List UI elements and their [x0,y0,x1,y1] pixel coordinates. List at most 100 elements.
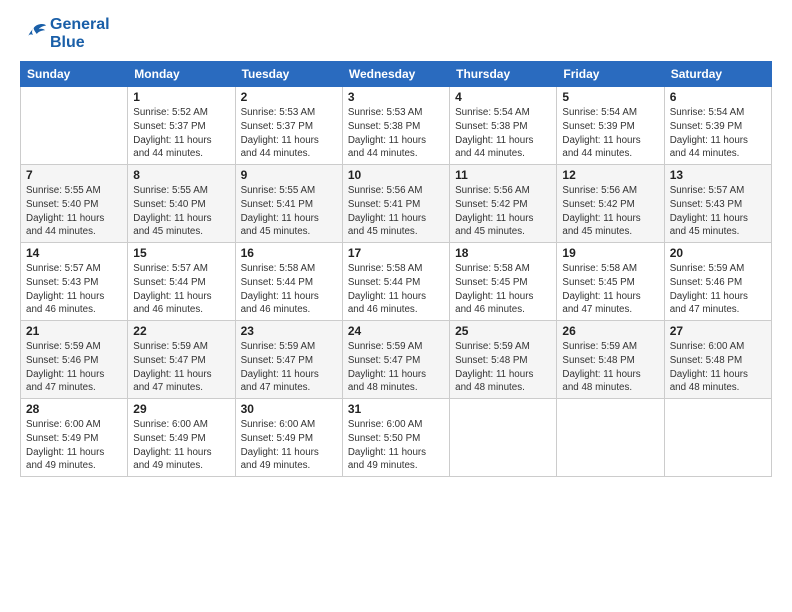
calendar-cell [21,87,128,165]
day-info: Sunrise: 6:00 AMSunset: 5:48 PMDaylight:… [670,340,766,395]
day-number: 25 [455,324,551,338]
logo: General Blue [20,16,110,51]
calendar-cell: 8Sunrise: 5:55 AMSunset: 5:40 PMDaylight… [128,165,235,243]
column-header-friday: Friday [557,62,664,87]
week-row-5: 28 Sunrise: 6:00 AMSunset: 5:49 PMDayligh… [21,399,772,477]
calendar-cell: 6 Sunrise: 5:54 AMSunset: 5:39 PMDaylight… [664,87,771,165]
day-info: Sunrise: 5:59 AMSunset: 5:48 PMDaylight:… [562,340,658,395]
day-info: Sunrise: 5:58 AMSunset: 5:45 PMDaylight:… [455,262,551,317]
day-number: 5 [562,90,658,104]
calendar-cell: 22Sunrise: 5:59 AMSunset: 5:47 PMDayligh… [128,321,235,399]
day-info: Sunrise: 6:00 AMSunset: 5:49 PMDaylight:… [241,418,337,473]
calendar-cell: 1 Sunrise: 5:52 AMSunset: 5:37 PMDaylight… [128,87,235,165]
day-number: 23 [241,324,337,338]
day-info: Sunrise: 5:58 AMSunset: 5:44 PMDaylight:… [241,262,337,317]
day-info: Sunrise: 5:59 AMSunset: 5:46 PMDaylight:… [670,262,766,317]
calendar-cell: 21 Sunrise: 5:59 AMSunset: 5:46 PMDayligh… [21,321,128,399]
calendar-cell: 13 Sunrise: 5:57 AMSunset: 5:43 PMDayligh… [664,165,771,243]
day-info: Sunrise: 5:53 AMSunset: 5:37 PMDaylight:… [241,106,337,161]
week-row-3: 14 Sunrise: 5:57 AMSunset: 5:43 PMDayligh… [21,243,772,321]
day-number: 6 [670,90,766,104]
page: General Blue SundayMondayTuesdayWednesda… [0,0,792,612]
calendar-cell: 15 Sunrise: 5:57 AMSunset: 5:44 PMDayligh… [128,243,235,321]
day-number: 3 [348,90,444,104]
column-header-wednesday: Wednesday [342,62,449,87]
calendar-cell: 4 Sunrise: 5:54 AMSunset: 5:38 PMDaylight… [450,87,557,165]
day-info: Sunrise: 5:58 AMSunset: 5:44 PMDaylight:… [348,262,444,317]
calendar-cell: 27 Sunrise: 6:00 AMSunset: 5:48 PMDayligh… [664,321,771,399]
day-info: Sunrise: 5:58 AMSunset: 5:45 PMDaylight:… [562,262,658,317]
day-number: 27 [670,324,766,338]
week-row-2: 7Sunrise: 5:55 AMSunset: 5:40 PMDaylight… [21,165,772,243]
day-info: Sunrise: 5:54 AMSunset: 5:38 PMDaylight:… [455,106,551,161]
day-info: Sunrise: 5:55 AMSunset: 5:40 PMDaylight:… [26,184,122,239]
column-header-monday: Monday [128,62,235,87]
day-number: 28 [26,402,122,416]
day-info: Sunrise: 5:57 AMSunset: 5:43 PMDaylight:… [26,262,122,317]
day-number: 30 [241,402,337,416]
calendar-cell [664,399,771,477]
calendar-cell: 16 Sunrise: 5:58 AMSunset: 5:44 PMDayligh… [235,243,342,321]
calendar-cell [450,399,557,477]
day-info: Sunrise: 5:56 AMSunset: 5:41 PMDaylight:… [348,184,444,239]
calendar-cell: 11 Sunrise: 5:56 AMSunset: 5:42 PMDayligh… [450,165,557,243]
day-info: Sunrise: 5:57 AMSunset: 5:44 PMDaylight:… [133,262,229,317]
logo-icon [20,20,48,48]
day-number: 22 [133,324,229,338]
day-info: Sunrise: 5:57 AMSunset: 5:43 PMDaylight:… [670,184,766,239]
day-number: 24 [348,324,444,338]
calendar-cell: 24 Sunrise: 5:59 AMSunset: 5:47 PMDayligh… [342,321,449,399]
calendar-cell: 25 Sunrise: 5:59 AMSunset: 5:48 PMDayligh… [450,321,557,399]
day-info: Sunrise: 5:53 AMSunset: 5:38 PMDaylight:… [348,106,444,161]
day-number: 18 [455,246,551,260]
day-info: Sunrise: 5:59 AMSunset: 5:46 PMDaylight:… [26,340,122,395]
day-number: 1 [133,90,229,104]
calendar-header-row: SundayMondayTuesdayWednesdayThursdayFrid… [21,62,772,87]
day-number: 10 [348,168,444,182]
day-info: Sunrise: 5:59 AMSunset: 5:48 PMDaylight:… [455,340,551,395]
day-number: 14 [26,246,122,260]
day-number: 13 [670,168,766,182]
calendar-cell: 18 Sunrise: 5:58 AMSunset: 5:45 PMDayligh… [450,243,557,321]
day-number: 15 [133,246,229,260]
calendar-cell: 14 Sunrise: 5:57 AMSunset: 5:43 PMDayligh… [21,243,128,321]
calendar-cell: 20Sunrise: 5:59 AMSunset: 5:46 PMDayligh… [664,243,771,321]
column-header-thursday: Thursday [450,62,557,87]
day-info: Sunrise: 5:55 AMSunset: 5:40 PMDaylight:… [133,184,229,239]
calendar-cell: 10 Sunrise: 5:56 AMSunset: 5:41 PMDayligh… [342,165,449,243]
day-number: 19 [562,246,658,260]
day-info: Sunrise: 5:52 AMSunset: 5:37 PMDaylight:… [133,106,229,161]
day-number: 4 [455,90,551,104]
day-info: Sunrise: 5:55 AMSunset: 5:41 PMDaylight:… [241,184,337,239]
logo-text: General Blue [50,16,110,51]
calendar-cell: 17Sunrise: 5:58 AMSunset: 5:44 PMDayligh… [342,243,449,321]
calendar-cell: 31 Sunrise: 6:00 AMSunset: 5:50 PMDayligh… [342,399,449,477]
day-info: Sunrise: 5:59 AMSunset: 5:47 PMDaylight:… [348,340,444,395]
calendar-cell: 7Sunrise: 5:55 AMSunset: 5:40 PMDaylight… [21,165,128,243]
day-info: Sunrise: 6:00 AMSunset: 5:50 PMDaylight:… [348,418,444,473]
day-number: 26 [562,324,658,338]
day-info: Sunrise: 5:59 AMSunset: 5:47 PMDaylight:… [241,340,337,395]
day-number: 11 [455,168,551,182]
day-number: 12 [562,168,658,182]
column-header-sunday: Sunday [21,62,128,87]
calendar-cell: 9 Sunrise: 5:55 AMSunset: 5:41 PMDaylight… [235,165,342,243]
day-number: 16 [241,246,337,260]
column-header-tuesday: Tuesday [235,62,342,87]
day-number: 31 [348,402,444,416]
day-info: Sunrise: 5:56 AMSunset: 5:42 PMDaylight:… [455,184,551,239]
day-number: 29 [133,402,229,416]
day-info: Sunrise: 6:00 AMSunset: 5:49 PMDaylight:… [26,418,122,473]
header: General Blue [20,16,772,51]
day-number: 21 [26,324,122,338]
calendar-cell: 28 Sunrise: 6:00 AMSunset: 5:49 PMDayligh… [21,399,128,477]
calendar-cell: 12Sunrise: 5:56 AMSunset: 5:42 PMDayligh… [557,165,664,243]
day-number: 9 [241,168,337,182]
week-row-4: 21 Sunrise: 5:59 AMSunset: 5:46 PMDayligh… [21,321,772,399]
day-number: 2 [241,90,337,104]
day-info: Sunrise: 5:54 AMSunset: 5:39 PMDaylight:… [670,106,766,161]
calendar-table: SundayMondayTuesdayWednesdayThursdayFrid… [20,61,772,477]
day-info: Sunrise: 6:00 AMSunset: 5:49 PMDaylight:… [133,418,229,473]
calendar-cell: 30 Sunrise: 6:00 AMSunset: 5:49 PMDayligh… [235,399,342,477]
column-header-saturday: Saturday [664,62,771,87]
